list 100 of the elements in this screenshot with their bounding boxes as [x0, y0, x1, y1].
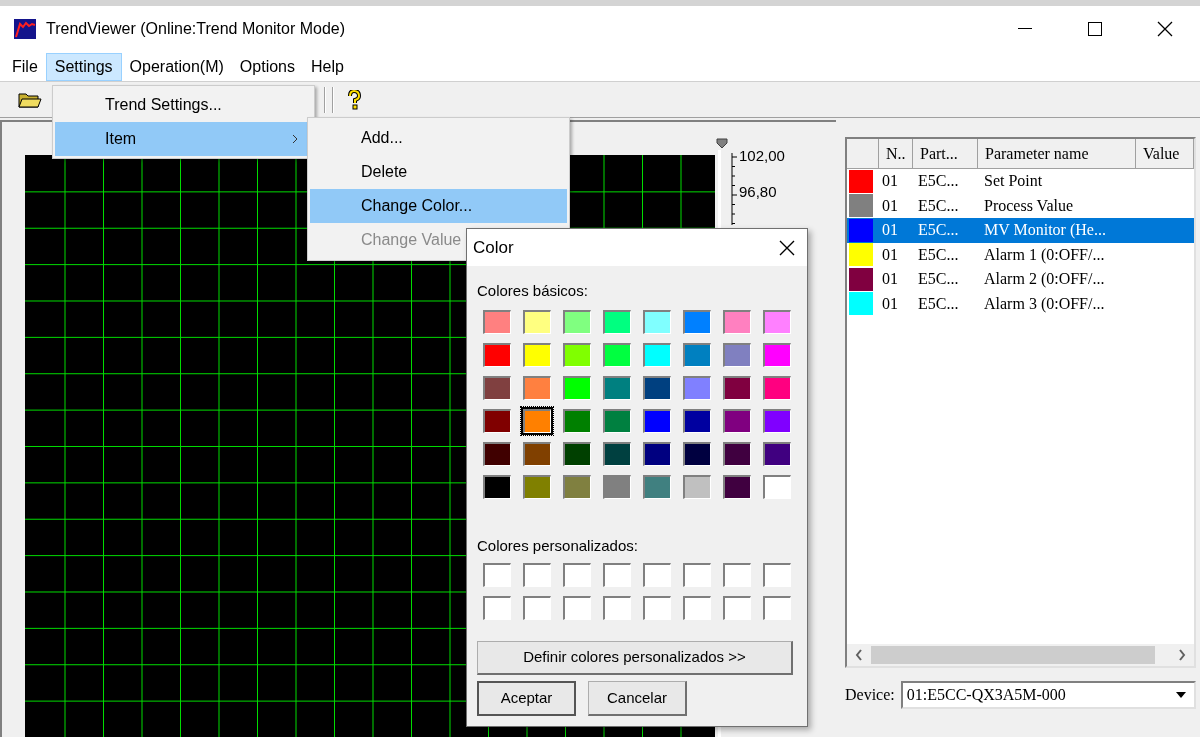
color-swatch[interactable]	[563, 375, 591, 400]
color-swatch[interactable]	[683, 309, 711, 334]
menu-entry[interactable]: Delete	[310, 155, 567, 189]
color-swatch[interactable]	[683, 408, 711, 433]
table-row[interactable]: 01 E5C... Alarm 3 (0:OFF/...	[847, 291, 1194, 316]
column-header[interactable]: Parameter name	[978, 139, 1136, 169]
color-swatch[interactable]	[523, 309, 551, 334]
column-header[interactable]: Part...	[913, 139, 978, 169]
color-swatch[interactable]	[523, 342, 551, 367]
color-swatch[interactable]	[483, 563, 511, 587]
device-dropdown[interactable]: 01:E5CC-QX3A5M-000	[900, 681, 1196, 709]
color-swatch[interactable]	[523, 596, 551, 620]
color-swatch[interactable]	[683, 342, 711, 367]
axis-label: 96,80	[739, 182, 778, 202]
scroll-left-icon[interactable]	[855, 649, 863, 661]
color-swatch[interactable]	[563, 408, 591, 433]
menu-item[interactable]: Operation(M)	[121, 52, 232, 81]
menu-item[interactable]: Settings	[45, 52, 122, 81]
color-swatch[interactable]	[683, 441, 711, 466]
color-swatch[interactable]	[483, 309, 511, 334]
color-swatch[interactable]	[723, 408, 751, 433]
menu-entry[interactable]: Add...	[310, 121, 567, 155]
column-header[interactable]: Value	[1136, 139, 1194, 169]
color-swatch[interactable]	[683, 596, 711, 620]
color-swatch[interactable]	[563, 474, 591, 499]
color-swatch[interactable]	[643, 563, 671, 587]
table-cell-text: Alarm 1 (0:OFF/...	[983, 244, 1106, 266]
column-header[interactable]: N..	[879, 139, 913, 169]
color-swatch[interactable]	[523, 563, 551, 587]
table-row[interactable]: 01 E5C... Alarm 1 (0:OFF/...	[847, 242, 1194, 267]
color-swatch[interactable]	[483, 474, 511, 499]
table-cell-text: E5C...	[917, 195, 960, 216]
scroll-right-icon[interactable]	[1178, 649, 1186, 661]
color-swatch[interactable]	[723, 596, 751, 620]
color-swatch[interactable]	[683, 375, 711, 400]
menu-entry[interactable]: Trend Settings...	[55, 88, 312, 122]
color-swatch[interactable]	[763, 474, 791, 499]
color-swatch[interactable]	[643, 408, 671, 433]
color-swatch[interactable]	[603, 375, 631, 400]
color-swatch[interactable]	[643, 596, 671, 620]
help-icon	[347, 89, 361, 110]
color-swatch[interactable]	[483, 596, 511, 620]
ok-button[interactable]: Aceptar	[477, 681, 576, 716]
menu-entry[interactable]: Change Color...	[310, 189, 567, 223]
table-cell-text: Set Point	[983, 171, 1044, 191]
color-swatch[interactable]	[723, 309, 751, 334]
color-swatch[interactable]	[643, 342, 671, 367]
color-swatch[interactable]	[523, 408, 551, 433]
menu-item[interactable]: Options	[231, 52, 303, 81]
column-header[interactable]	[847, 139, 879, 169]
color-swatch[interactable]	[563, 441, 591, 466]
color-swatch[interactable]	[723, 474, 751, 499]
color-swatch[interactable]	[603, 441, 631, 466]
table-row[interactable]: 01 E5C... Alarm 2 (0:OFF/...	[847, 267, 1194, 292]
color-swatch[interactable]	[683, 474, 711, 499]
color-swatch[interactable]	[563, 342, 591, 367]
color-swatch[interactable]	[603, 474, 631, 499]
color-swatch[interactable]	[643, 474, 671, 499]
color-swatch[interactable]	[763, 408, 791, 433]
color-swatch[interactable]	[563, 309, 591, 334]
color-swatch[interactable]	[483, 375, 511, 400]
color-swatch[interactable]	[563, 563, 591, 587]
scroll-thumb[interactable]	[871, 646, 1155, 664]
color-swatch[interactable]	[523, 474, 551, 499]
color-swatch[interactable]	[763, 563, 791, 587]
color-swatch[interactable]	[643, 375, 671, 400]
menu-item[interactable]: File	[4, 52, 46, 81]
color-swatch[interactable]	[483, 408, 511, 433]
menu-item[interactable]: Help	[303, 52, 352, 81]
define-custom-colors-button[interactable]: Definir colores personalizados >>	[477, 641, 793, 675]
table-row[interactable]: 01 E5C... MV Monitor (He...	[847, 218, 1194, 243]
color-swatch[interactable]	[523, 375, 551, 400]
color-swatch[interactable]	[523, 441, 551, 466]
color-swatch[interactable]	[603, 408, 631, 433]
color-swatch[interactable]	[563, 596, 591, 620]
color-swatch[interactable]	[723, 563, 751, 587]
color-swatch[interactable]	[483, 441, 511, 466]
cancel-button[interactable]: Cancelar	[588, 681, 687, 716]
color-swatch[interactable]	[643, 309, 671, 334]
color-swatch[interactable]	[763, 596, 791, 620]
table-row[interactable]: 01 E5C... Process Value	[847, 193, 1194, 218]
color-swatch[interactable]	[763, 309, 791, 334]
color-swatch[interactable]	[723, 441, 751, 466]
color-swatch[interactable]	[723, 342, 751, 367]
color-swatch[interactable]	[603, 596, 631, 620]
color-swatch[interactable]	[643, 441, 671, 466]
color-swatch[interactable]	[723, 375, 751, 400]
section-label: Colores básicos:	[477, 281, 589, 301]
device-label: Device:	[845, 685, 895, 705]
color-swatch[interactable]	[763, 375, 791, 400]
color-swatch[interactable]	[763, 342, 791, 367]
axis-label: 102,00	[739, 146, 785, 166]
color-swatch[interactable]	[603, 342, 631, 367]
color-swatch[interactable]	[683, 563, 711, 587]
table-row[interactable]: 01 E5C... Set Point	[847, 169, 1194, 194]
color-swatch[interactable]	[763, 441, 791, 466]
color-swatch[interactable]	[603, 563, 631, 587]
color-swatch[interactable]	[483, 342, 511, 367]
color-swatch[interactable]	[603, 309, 631, 334]
horizontal-scrollbar[interactable]	[847, 644, 1194, 666]
